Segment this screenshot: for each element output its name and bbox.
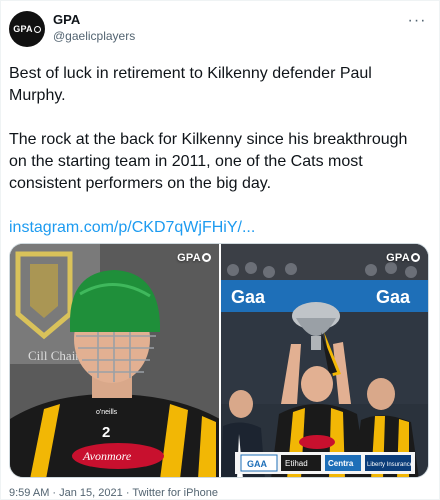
player-portrait-illustration: Cill Chainnigh 2 o'neills Avonmore [10,244,219,477]
tweet-card: GPA GPA @gaelicplayers ··· Best of luck … [0,0,440,500]
sponsor-gaa: GAA [247,459,268,469]
banner-text-left: Gaa [231,287,266,307]
more-options-button[interactable]: ··· [405,9,429,33]
tweet-paragraph-1: Best of luck in retirement to Kilkenny d… [9,65,372,104]
media-photo-player[interactable]: Cill Chainnigh 2 o'neills Avonmore GPA [10,244,219,477]
tweet-time[interactable]: 9:59 AM [9,487,49,499]
media-grid: Cill Chainnigh 2 o'neills Avonmore GPA G… [9,243,429,478]
media-photo-trophy[interactable]: Gaa Gaa GAA Etihad Centra Liberty Insura… [221,244,428,477]
trophy-celebration-illustration: Gaa Gaa GAA Etihad Centra Liberty Insura… [221,244,428,477]
tweet-link[interactable]: instagram.com/p/CKD7qWjFHiY/... [9,219,255,236]
tweet-paragraph-2: The rock at the back for Kilkenny since … [9,131,408,192]
tweet-timestamp: 9:59 AM · Jan 15, 2021 · Twitter for iPh… [9,487,218,499]
more-horizontal-icon: ··· [407,12,427,29]
display-name[interactable]: GPA [53,12,135,27]
tweet-source[interactable]: Twitter for iPhone [132,487,218,499]
user-handle[interactable]: @gaelicplayers [53,29,135,43]
sponsor-liberty: Liberty Insurance [367,462,414,468]
gpa-watermark: GPA [386,252,420,264]
avatar[interactable]: GPA [9,11,45,47]
jersey-brand: o'neills [96,409,118,416]
author-block: GPA @gaelicplayers [53,12,135,43]
gpa-watermark: GPA [177,252,211,264]
avatar-logo-text: GPA [13,24,41,34]
sponsor-etihad: Etihad [285,459,308,468]
jersey-number: 2 [102,424,110,441]
banner-text-right: Gaa [376,287,411,307]
tweet-date[interactable]: Jan 15, 2021 [59,487,123,499]
sponsor-centra: Centra [328,459,354,468]
tweet-text: Best of luck in retirement to Kilkenny d… [9,63,429,261]
jersey-sponsor: Avonmore [82,449,132,463]
